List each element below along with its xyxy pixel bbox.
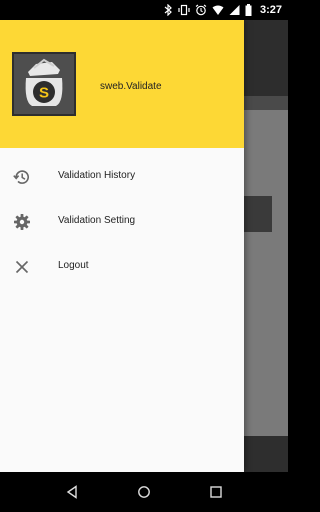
status-bar: 3:27 (0, 0, 288, 20)
svg-text:S: S (39, 85, 49, 102)
status-time: 3:27 (259, 4, 282, 16)
menu-label-validation-history: Validation History (58, 170, 136, 181)
close-icon (12, 257, 32, 277)
menu-item-validation-setting[interactable]: Validation Setting (0, 199, 244, 244)
money-bag-icon: S (25, 58, 63, 106)
menu-item-logout[interactable]: Logout (0, 244, 244, 289)
drawer-header: S sweb.Validate (0, 20, 244, 148)
app-name: sweb.Validate (100, 81, 162, 92)
menu-item-validation-history[interactable]: Validation History (0, 154, 244, 199)
signal-icon (229, 5, 240, 15)
drawer-menu: Validation History Validation Setting Lo… (0, 154, 244, 289)
menu-label-validation-setting: Validation Setting (58, 215, 136, 226)
alarm-icon (195, 4, 207, 16)
menu-label-logout: Logout (58, 260, 89, 271)
navigation-bar (0, 472, 288, 512)
recent-apps-icon[interactable] (206, 482, 226, 502)
vibrate-icon (178, 4, 190, 16)
home-icon[interactable] (134, 482, 154, 502)
bluetooth-icon (164, 4, 172, 16)
battery-icon (245, 4, 252, 16)
status-icons: 3:27 (163, 0, 282, 20)
history-icon (12, 167, 32, 187)
wifi-icon (212, 5, 224, 15)
app-logo: S (12, 52, 76, 116)
gear-icon (12, 212, 32, 232)
back-icon[interactable] (62, 482, 82, 502)
navigation-drawer: S sweb.Validate Validation History Valid… (0, 20, 244, 472)
